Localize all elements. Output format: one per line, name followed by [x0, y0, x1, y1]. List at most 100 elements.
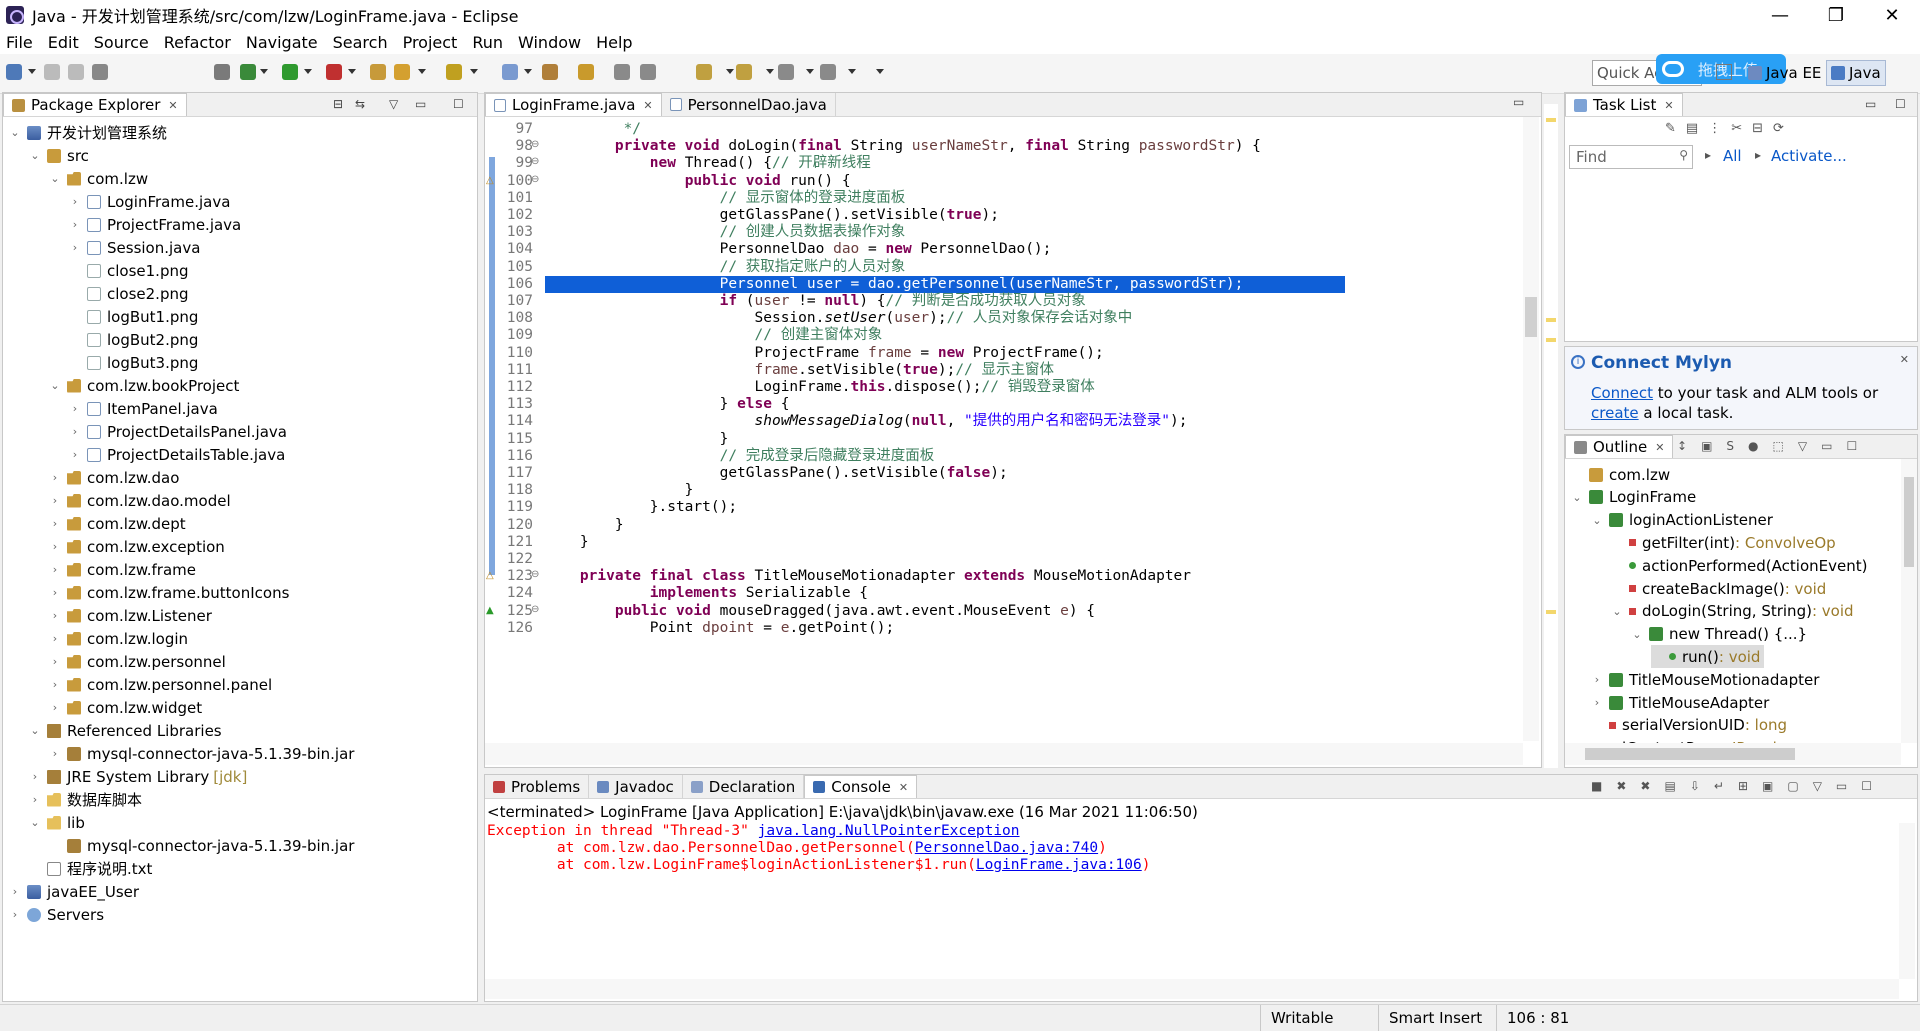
tree-item[interactable]: › ProjectDetailsTable.java [69, 443, 286, 466]
dropdown-arrow-icon[interactable] [766, 69, 774, 74]
tree-item[interactable]: › com.lzw.exception [49, 535, 225, 558]
stacktrace-link[interactable]: PersonnelDao.java:740 [915, 840, 1098, 856]
code-line[interactable]: public void mouseDragged(java.awt.event.… [545, 603, 1095, 620]
expand-arrow-icon[interactable]: ⌄ [1631, 628, 1643, 641]
task-find-input[interactable]: Find ⚲ [1569, 145, 1693, 169]
outline-item[interactable]: ⌄ doLogin(String, String) : void [1611, 600, 1853, 623]
collapse-arrow-icon[interactable]: › [69, 425, 81, 438]
code-line[interactable]: showMessageDialog(null, "提供的用户名和密码无法登录")… [545, 413, 1188, 430]
code-line[interactable]: LoginFrame.this.dispose();// 销毁登录窗体 [545, 379, 1095, 396]
fold-toggle-icon[interactable]: ⊖ [531, 156, 539, 167]
maximize-view-icon[interactable]: ☐ [1846, 439, 1857, 453]
tab-console[interactable]: Console ✕ [804, 775, 918, 798]
expand-arrow-icon[interactable]: ⌄ [29, 724, 41, 737]
code-line[interactable]: // 获取指定账户的人员对象 [545, 259, 906, 276]
tree-item[interactable]: mysql-connector-java-5.1.39-bin.jar [49, 834, 354, 857]
collapse-arrow-icon[interactable]: › [49, 609, 61, 622]
connect-link[interactable]: Connect [1591, 384, 1653, 402]
tree-item[interactable]: › Session.java [69, 236, 201, 259]
tree-item[interactable]: › mysql-connector-java-5.1.39-bin.jar [49, 742, 355, 765]
categorize-icon[interactable]: ▤ [1686, 121, 1698, 139]
tree-item[interactable]: › com.lzw.widget [49, 696, 202, 719]
outline-item[interactable]: com.lzw [1571, 463, 1670, 486]
code-line[interactable]: }.start(); [545, 499, 737, 516]
dropdown-arrow-icon[interactable] [806, 69, 814, 74]
tree-item[interactable]: › com.lzw.frame.buttonIcons [49, 581, 290, 604]
console-vscroll[interactable] [1899, 823, 1915, 979]
collapse-arrow-icon[interactable]: › [69, 448, 81, 461]
dropdown-arrow-icon[interactable] [848, 69, 856, 74]
fold-toggle-icon[interactable]: ⊖ [531, 139, 539, 150]
filter-icon[interactable]: ⋮ [1708, 121, 1721, 139]
tree-item[interactable]: › com.lzw.Listener [49, 604, 212, 627]
tree-item[interactable]: › com.lzw.personnel [49, 650, 226, 673]
hide-local-types-icon[interactable]: ⬚ [1773, 439, 1784, 453]
code-line[interactable]: frame.setVisible(true);// 显示主窗体 [545, 362, 1055, 379]
collapse-arrow-icon[interactable]: › [49, 540, 61, 553]
outline-item[interactable]: ⌄ LoginFrame [1571, 486, 1696, 509]
word-wrap-icon[interactable]: ↵ [1714, 779, 1724, 793]
tree-item[interactable]: › javaEE_User [9, 880, 139, 903]
tree-item[interactable]: › com.lzw.dept [49, 512, 186, 535]
collapse-arrow-icon[interactable]: › [49, 701, 61, 714]
code-line[interactable]: private final class TitleMouseMotionadap… [545, 568, 1191, 585]
code-line[interactable]: // 创建人员数据表操作对象 [545, 224, 906, 241]
collapse-arrow-icon[interactable]: › [49, 655, 61, 668]
tab-declaration[interactable]: Declaration [683, 775, 805, 798]
remove-launch-icon[interactable]: ✖ [1616, 779, 1626, 793]
toggle-mark-icon[interactable] [578, 64, 594, 80]
debug-icon[interactable] [240, 64, 256, 80]
expand-arrow-icon[interactable]: ⌄ [9, 126, 21, 139]
warning-marker[interactable] [1546, 338, 1556, 342]
tree-item[interactable]: › com.lzw.dao [49, 466, 180, 489]
collapse-arrow-icon[interactable]: › [49, 563, 61, 576]
hide-nonpublic-icon[interactable]: ● [1748, 439, 1758, 453]
tab-javadoc[interactable]: Javadoc [589, 775, 683, 798]
scrollbar-thumb[interactable] [1904, 477, 1914, 567]
create-link[interactable]: create [1591, 404, 1639, 422]
console-output[interactable]: Exception in thread "Thread-3" java.lang… [487, 823, 1897, 979]
collapse-arrow-icon[interactable]: › [1591, 696, 1603, 709]
tree-item[interactable]: › 数据库脚本 [29, 788, 142, 811]
new-class-icon[interactable] [446, 64, 462, 80]
collapse-icon[interactable]: ⊟ [1752, 121, 1763, 139]
code-line[interactable]: if (user != null) {// 判断是否成功获取人员对象 [545, 293, 1086, 310]
save-all-icon[interactable] [68, 64, 84, 80]
minimize-view-icon[interactable]: ▭ [1836, 779, 1847, 793]
tree-item[interactable]: logBut2.png [69, 328, 198, 351]
code-line[interactable]: } [545, 517, 624, 534]
code-editor[interactable]: 97 */98 ⊖ private void doLogin(final Stri… [485, 93, 1523, 743]
dropdown-arrow-icon[interactable] [470, 69, 478, 74]
tree-item[interactable]: › com.lzw.personnel.panel [49, 673, 272, 696]
outline-item[interactable]: run() : void [1651, 645, 1765, 669]
collapse-arrow-icon[interactable]: › [49, 678, 61, 691]
expand-arrow-icon[interactable]: ⌄ [49, 172, 61, 185]
menu-source[interactable]: Source [94, 33, 149, 52]
code-line[interactable]: Point dpoint = e.getPoint(); [545, 620, 894, 637]
collapse-arrow-icon[interactable]: › [49, 586, 61, 599]
code-line[interactable]: PersonnelDao dao = new PersonnelDao(); [545, 241, 1052, 258]
collapse-arrow-icon[interactable]: › [1591, 673, 1603, 686]
console-line[interactable]: at com.lzw.dao.PersonnelDao.getPersonnel… [487, 840, 1107, 857]
sync-icon[interactable]: ⟳ [1773, 121, 1784, 139]
stacktrace-link[interactable]: java.lang.NullPointerException [758, 823, 1020, 839]
dropdown-arrow-icon[interactable] [726, 69, 734, 74]
warning-marker[interactable] [1546, 610, 1556, 614]
all-link[interactable]: All [1723, 147, 1742, 165]
minimize-button[interactable]: — [1752, 0, 1808, 30]
outline-item[interactable]: › TitleMouseMotionadapter [1591, 668, 1820, 691]
display-console-icon[interactable]: ▣ [1762, 779, 1773, 793]
view-menu-icon[interactable]: ▽ [1813, 779, 1822, 793]
tree-item[interactable]: close1.png [69, 259, 189, 282]
collapse-arrow-icon[interactable]: › [29, 793, 41, 806]
tab-task-list[interactable]: Task List ✕ [1565, 93, 1683, 116]
code-line[interactable]: Session.setUser(user);// 人员对象保存会话对象中 [545, 310, 1133, 327]
menu-file[interactable]: File [6, 33, 33, 52]
menu-search[interactable]: Search [333, 33, 388, 52]
new-icon[interactable] [6, 64, 22, 80]
close-tab-icon[interactable]: ✕ [1655, 441, 1664, 454]
tree-item[interactable]: › JRE System Library [jdk] [29, 765, 248, 788]
dropdown-arrow-icon[interactable] [348, 69, 356, 74]
collapse-arrow-icon[interactable]: › [29, 770, 41, 783]
expand-arrow-icon[interactable]: ⌄ [1571, 491, 1583, 504]
